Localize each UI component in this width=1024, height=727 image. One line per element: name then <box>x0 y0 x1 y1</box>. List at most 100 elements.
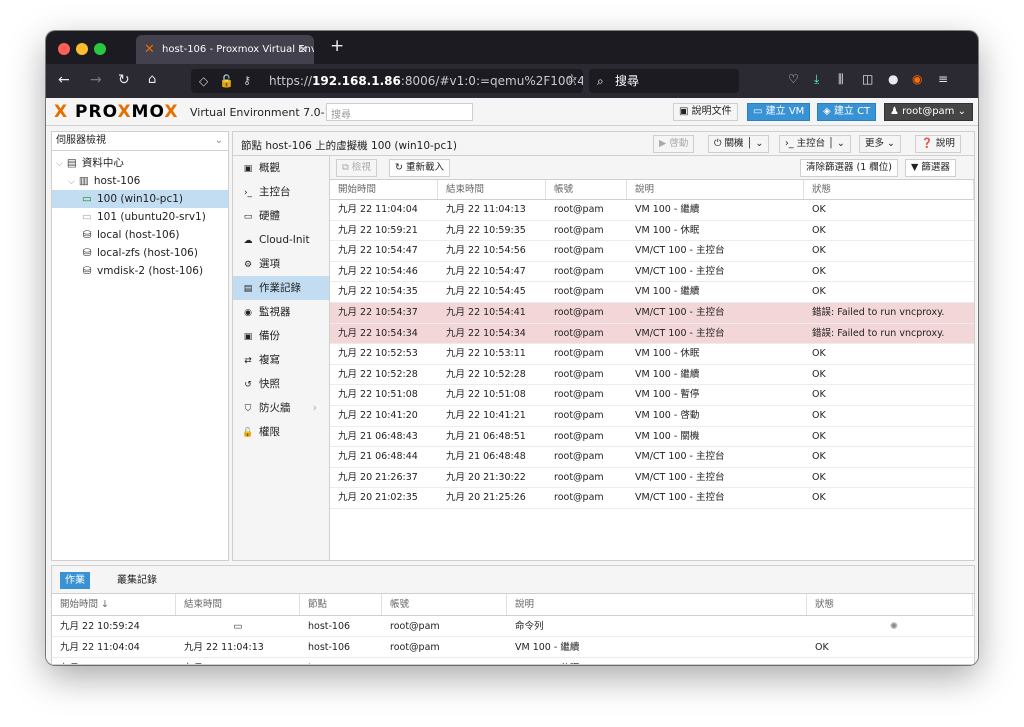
menu-item[interactable]: ↺ 快照 <box>233 372 329 396</box>
table-row[interactable]: 九月 22 10:52:53 九月 22 10:53:11 root@pam VM 1… <box>330 344 974 365</box>
reload-button[interactable]: ↻ 重新載入 <box>389 159 451 177</box>
lock-warning-icon[interactable]: 🔓 <box>219 69 234 93</box>
menu-item[interactable]: ›_ 主控台 <box>233 180 329 204</box>
column-header[interactable]: 狀態 <box>804 180 974 199</box>
tree-item[interactable]: ⛁ local (host-106) <box>52 226 228 244</box>
shield-icon[interactable]: ◇ <box>199 69 208 93</box>
menu-item[interactable]: ☁ Cloud-Init <box>233 228 329 252</box>
column-header[interactable]: 帳號 <box>546 180 627 199</box>
close-window-button[interactable] <box>58 43 70 55</box>
column-header[interactable]: 結束時間 <box>438 180 546 199</box>
table-row[interactable]: 九月 22 10:54:46 九月 22 10:54:47 root@pam VM/C… <box>330 262 974 283</box>
menu-item[interactable]: ▣ 概觀 <box>233 156 329 180</box>
bookmark-star-icon[interactable]: ☆ <box>566 72 578 87</box>
header-search-input[interactable]: 搜尋 <box>326 103 473 121</box>
account-icon[interactable]: ● <box>888 72 898 86</box>
table-cell: 九月 22 10:52:28 <box>446 368 526 380</box>
column-header[interactable]: 狀態 <box>807 594 973 615</box>
chevron-down-icon[interactable]: ⌵ <box>56 159 63 169</box>
downloads-icon[interactable]: ⤓ <box>814 72 819 87</box>
filter-button[interactable]: ▼ 篩選器 <box>905 159 956 177</box>
table-row[interactable]: 九月 20 21:02:35 九月 20 21:25:26 root@pam VM/C… <box>330 488 974 509</box>
tab-cluster-log[interactable]: 叢集記錄 <box>112 572 162 589</box>
table-row[interactable]: 九月 22 10:52:28 九月 22 10:52:28 root@pam VM 1… <box>330 365 974 386</box>
tab-tasks[interactable]: 作業 <box>60 572 90 589</box>
extension-icon[interactable]: ◉ <box>912 72 922 86</box>
shutdown-button[interactable]: ⏻ 關機 │ ⌄ <box>708 135 770 153</box>
menu-icon[interactable]: ≡ <box>938 72 948 86</box>
table-row[interactable]: 九月 22 10:41:20 九月 22 10:41:21 root@pam VM 1… <box>330 406 974 427</box>
maximize-window-button[interactable] <box>94 43 106 55</box>
view-selector[interactable]: 伺服器檢視 ⌄ <box>52 132 228 151</box>
menu-item[interactable]: ⛉ 防火牆 › <box>233 396 329 420</box>
tree-item[interactable]: ⛁ vmdisk-2 (host-106) <box>52 262 228 280</box>
forward-icon[interactable]: → <box>90 72 102 88</box>
user-menu-button[interactable]: ♟ root@pam ⌄ <box>884 103 973 121</box>
table-row[interactable]: 九月 21 06:48:44 九月 21 06:48:48 root@pam VM/C… <box>330 447 974 468</box>
menu-item[interactable]: ◉ 監視器 <box>233 300 329 324</box>
tree-item[interactable]: ⌵ ▥ host-106 <box>52 172 228 190</box>
start-button[interactable]: ▶ 啓動 <box>653 135 695 153</box>
tree-item-label: 資料中心 <box>81 157 124 169</box>
menu-item-label: 備份 <box>259 330 280 342</box>
more-button[interactable]: 更多 ⌄ <box>859 135 902 153</box>
table-row[interactable]: 九月 22 10:54:34 九月 22 10:54:34 root@pam VM/C… <box>330 323 974 345</box>
pocket-icon[interactable]: ♡ <box>788 72 799 86</box>
chevron-right-icon[interactable]: › <box>313 396 317 420</box>
table-cell: 九月 21 06:48:48 <box>446 451 526 463</box>
create-vm-button[interactable]: ▭ 建立 VM <box>747 103 811 121</box>
table-row[interactable]: 九月 22 10:59:24 ▭ host-106 root@pam 命令列 ✺ <box>52 616 974 637</box>
menu-item[interactable]: ⚙ 選項 <box>233 252 329 276</box>
chevron-down-icon[interactable]: ⌵ <box>68 177 75 187</box>
sidebar-icon[interactable]: ◫ <box>862 72 873 86</box>
column-header[interactable]: 說明 <box>627 180 804 199</box>
tree-item[interactable]: ⌵ ▤ 資料中心 <box>52 154 228 172</box>
menu-item[interactable]: ⇄ 複寫 <box>233 348 329 372</box>
column-header[interactable]: 開始時間 ↓ <box>52 594 176 615</box>
view-task-button[interactable]: ⧉ 檢視 <box>336 159 377 177</box>
column-header[interactable]: 帳號 <box>382 594 507 615</box>
back-icon[interactable]: ← <box>58 72 70 88</box>
tree-item[interactable]: ▭ 101 (ubuntu20-srv1) <box>52 208 228 226</box>
chevron-down-icon: ⌄ <box>836 138 845 149</box>
column-header[interactable]: 結束時間 <box>176 594 300 615</box>
close-tab-icon[interactable]: ✕ <box>299 35 308 64</box>
table-row[interactable]: 九月 22 10:54:47 九月 22 10:54:56 root@pam VM/C… <box>330 241 974 262</box>
reload-icon[interactable]: ↻ <box>118 72 130 88</box>
table-cell: VM/CT 100 - 主控台 <box>635 492 725 504</box>
docs-button[interactable]: ▣ 說明文件 <box>673 103 738 121</box>
tree-item[interactable]: ▭ 100 (win10-pc1) <box>52 190 228 208</box>
tree-item[interactable]: ⛁ local-zfs (host-106) <box>52 244 228 262</box>
browser-tab[interactable]: ✕ host-106 - Proxmox Virtual Envi ✕ <box>136 35 314 64</box>
table-row[interactable]: 九月 22 10:54:37 九月 22 10:54:41 root@pam VM/C… <box>330 302 974 324</box>
column-header[interactable]: 說明 <box>507 594 807 615</box>
column-header[interactable]: 節點 <box>300 594 382 615</box>
vm-title: 節點 host-106 上的虛擬機 100 (win10-pc1) <box>241 140 458 152</box>
help-button[interactable]: ❓ 說明 <box>915 135 961 153</box>
chevron-down-icon: ⌄ <box>957 106 966 117</box>
table-row[interactable]: 九月 20 21:26:37 九月 20 21:30:22 root@pam VM/C… <box>330 468 974 489</box>
url-bar[interactable]: ◇ 🔓 ⚷ https://192.168.1.86:8006/#v1:0:=q… <box>191 69 583 93</box>
key-icon[interactable]: ⚷ <box>243 69 251 93</box>
table-row[interactable]: 九月 21 06:48:43 九月 21 06:48:51 root@pam VM 1… <box>330 427 974 448</box>
menu-item[interactable]: 🔓 權限 <box>233 420 329 444</box>
create-ct-button[interactable]: ◈ 建立 CT <box>817 103 877 121</box>
clear-filter-button[interactable]: 清除篩選器 (1 欄位) <box>800 159 898 177</box>
table-row[interactable]: 九月 22 10:54:35 九月 22 10:54:45 root@pam VM 1… <box>330 282 974 303</box>
column-header[interactable]: 開始時間 <box>330 180 438 199</box>
console-button[interactable]: ›_ 主控台 │ ⌄ <box>779 135 851 153</box>
menu-item[interactable]: ▤ 作業記錄 <box>233 276 329 300</box>
new-tab-icon[interactable]: + <box>330 36 344 56</box>
library-icon[interactable]: ⫼ <box>838 72 844 87</box>
table-row[interactable]: 九月 22 10:59:21九月 22 10:59:35host-106root… <box>52 658 974 664</box>
home-icon[interactable]: ⌂ <box>148 72 156 87</box>
table-row[interactable]: 九月 22 11:04:04 九月 22 11:04:13 root@pam VM 1… <box>330 200 974 221</box>
browser-search-box[interactable]: ⌕ 搜尋 <box>589 69 739 93</box>
menu-item[interactable]: ▭ 硬體 <box>233 204 329 228</box>
minimize-window-button[interactable] <box>76 43 88 55</box>
table-row[interactable]: 九月 22 11:04:04 九月 22 11:04:13 host-106 root… <box>52 637 974 658</box>
table-row[interactable]: 九月 22 10:59:21 九月 22 10:59:35 root@pam VM 1… <box>330 221 974 242</box>
table-row[interactable]: 九月 22 10:51:08 九月 22 10:51:08 root@pam VM 1… <box>330 385 974 406</box>
menu-item[interactable]: ▣ 備份 <box>233 324 329 348</box>
table-cell: 九月 22 10:41:21 <box>446 409 526 421</box>
